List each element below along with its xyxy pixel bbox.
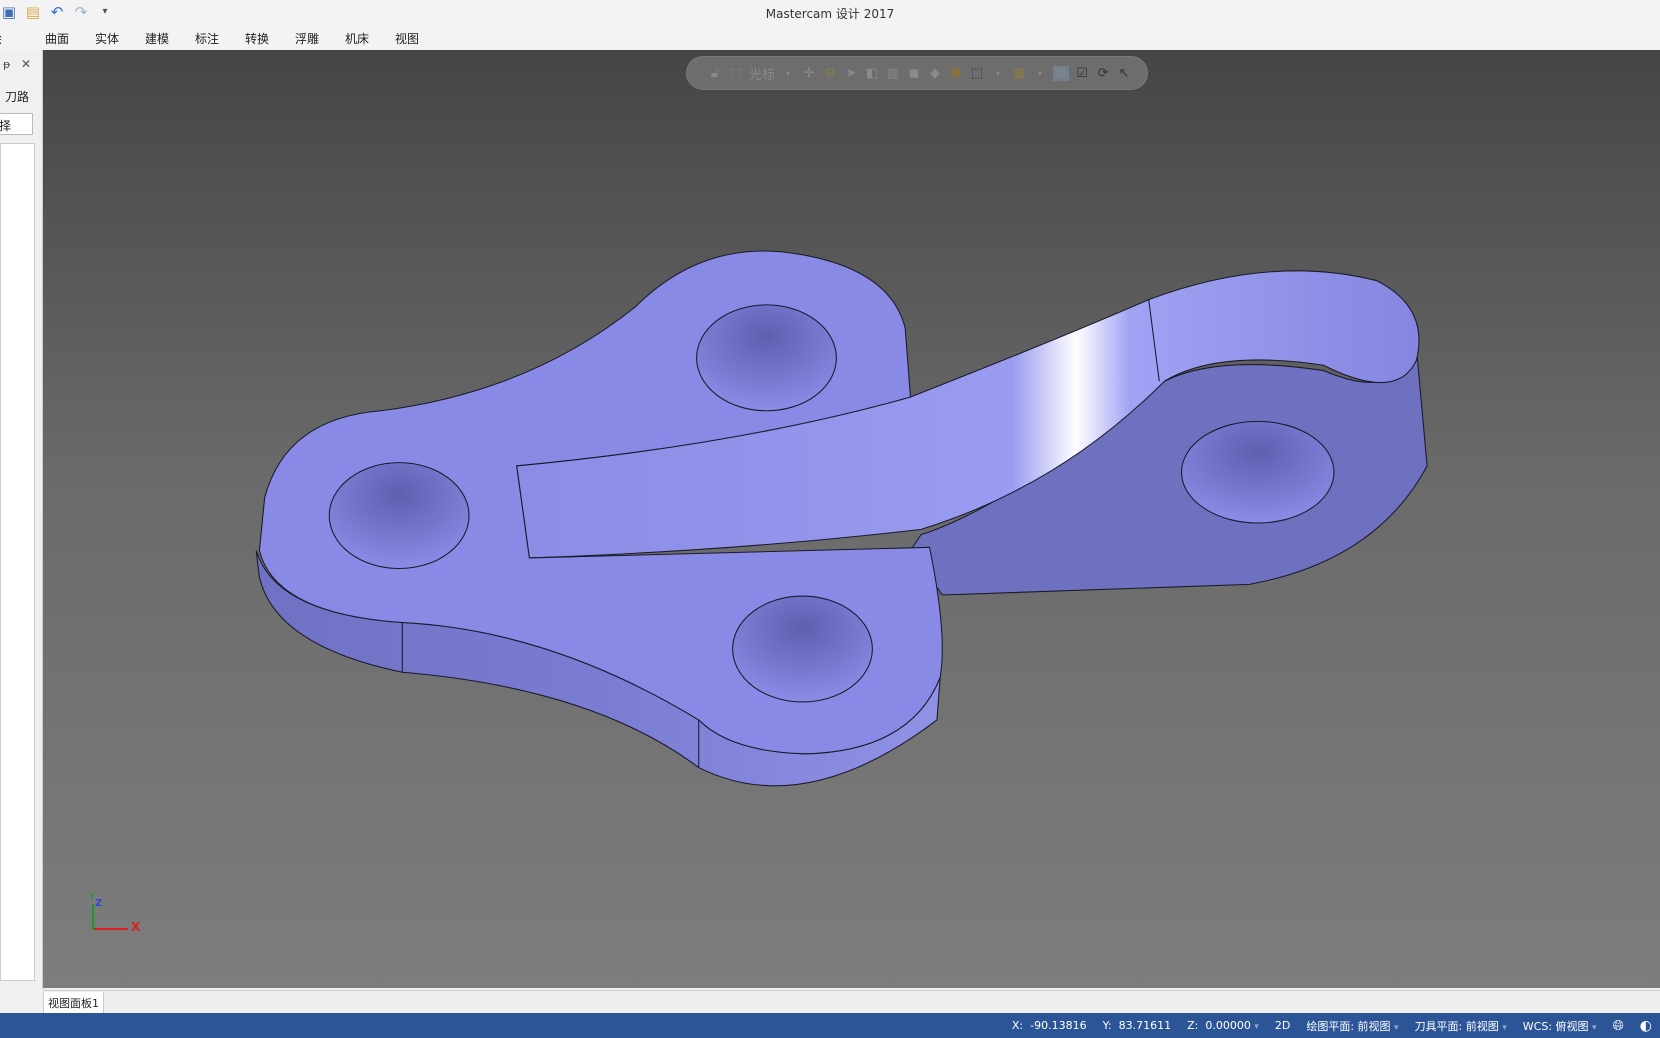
cplane-selector[interactable]: 绘图平面: 前视图 ▾ xyxy=(1306,1018,1398,1034)
x-coordinate: X: -90.13816 xyxy=(1011,1019,1087,1032)
tab-relief[interactable]: 浮雕 xyxy=(282,26,332,50)
status-bar: X: -90.13816 Y: 83.71611 Z: 0.00000 ▾ 2D… xyxy=(0,1013,1660,1038)
axis-z-label: Z xyxy=(95,898,103,909)
tab-transform[interactable]: 转换 xyxy=(232,26,282,50)
left-hole xyxy=(328,462,470,570)
tab-solids[interactable]: 实体 xyxy=(82,26,132,50)
graphics-viewport[interactable]: 🔓︎ ⬚ 光标 ▾ ✛ ⚙ ➤ ◧ ▥ ◼ ◆ ⬢ ⬚ ▾ ▦ ▾ ⊚ ☑ ⟳ … xyxy=(43,50,1660,988)
wcs-selector[interactable]: WCS: 俯视图 ▾ xyxy=(1523,1018,1597,1034)
tab-model-prep[interactable]: 建模 xyxy=(132,26,182,50)
tab-surfaces[interactable]: 曲面 xyxy=(32,26,82,50)
panel-field[interactable]: 择 xyxy=(0,113,33,135)
mode-2d-toggle[interactable]: 2D xyxy=(1275,1019,1290,1032)
globe-icon[interactable]: 🌐︎ xyxy=(1613,1018,1624,1034)
tab-dimension[interactable]: 标注 xyxy=(182,26,232,50)
tab-view[interactable]: 视图 xyxy=(382,26,432,50)
tplane-selector[interactable]: 刀具平面: 前视图 ▾ xyxy=(1415,1018,1507,1034)
title-bar: ▣ ▤ ↶ ↷ ▾ Mastercam 设计 2017 xyxy=(0,0,1660,26)
panel-tab-toolpaths[interactable]: 刀路 xyxy=(5,88,29,105)
viewsheet-tabs: 视图面板1 xyxy=(43,990,1660,1015)
z-coordinate[interactable]: Z: 0.00000 ▾ xyxy=(1187,1019,1259,1032)
top-hole xyxy=(696,304,837,412)
bottom-hole xyxy=(732,595,873,703)
close-icon[interactable]: ✕ xyxy=(21,57,31,71)
tab-machine[interactable]: 机床 xyxy=(332,26,382,50)
axis-triad: X Y Z xyxy=(88,892,148,938)
right-hole xyxy=(1180,420,1335,524)
tab-drawing[interactable]: 绘图 xyxy=(0,26,12,63)
display-icon[interactable]: ◐ xyxy=(1640,1018,1652,1034)
axis-x-label: X xyxy=(131,920,141,934)
y-coordinate: Y: 83.71611 xyxy=(1102,1019,1172,1032)
pin-icon[interactable]: ᵽ xyxy=(3,58,10,71)
panel-tree xyxy=(0,143,35,981)
window-title: Mastercam 设计 2017 xyxy=(765,7,895,21)
part-model[interactable] xyxy=(43,50,1660,988)
toolpaths-panel: ᵽ ✕ 刀路 择 xyxy=(0,50,43,990)
viewsheet-tab-1[interactable]: 视图面板1 xyxy=(43,992,104,1015)
ribbon-tabs: 绘图 曲面 实体 建模 标注 转换 浮雕 机床 视图 xyxy=(0,26,1660,63)
